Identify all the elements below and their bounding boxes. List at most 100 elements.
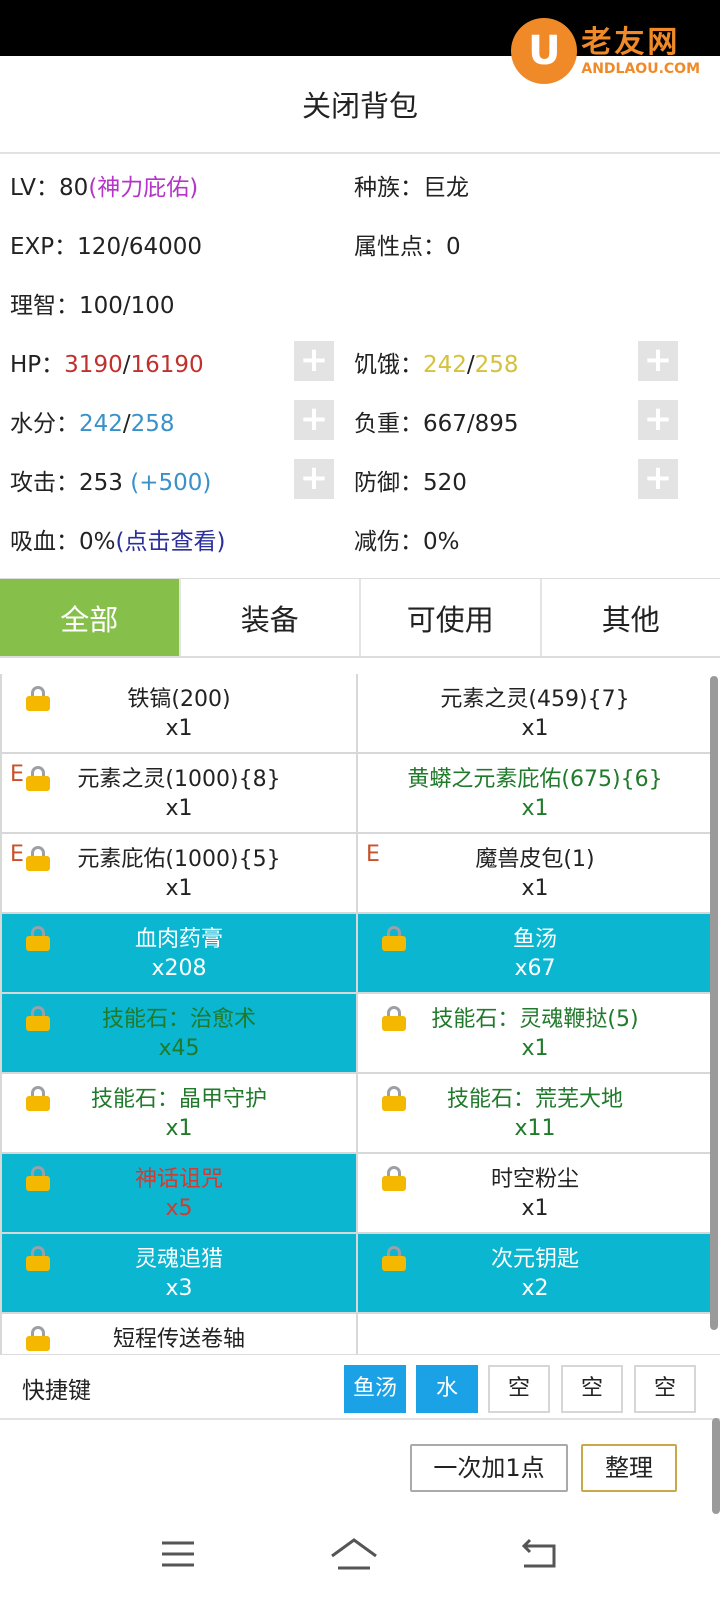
water-plus-button[interactable]: + bbox=[294, 400, 334, 440]
back-icon[interactable] bbox=[520, 1536, 558, 1572]
inventory-item[interactable]: E 魔兽皮包(1) x1 bbox=[358, 834, 712, 912]
tab-usable[interactable]: 可使用 bbox=[361, 579, 542, 656]
lock-icon[interactable] bbox=[26, 1086, 50, 1111]
load-stat: 负重：667/895 bbox=[354, 411, 519, 437]
lock-icon[interactable] bbox=[26, 1246, 50, 1271]
quick-slot-5[interactable]: 空 bbox=[634, 1365, 696, 1413]
inventory-item[interactable]: E 元素之灵(1000){8} x1 bbox=[2, 754, 356, 832]
stat-row: EXP：120/64000 属性点：0 bbox=[0, 213, 720, 273]
item-count: x1 bbox=[521, 1036, 549, 1061]
reduction-stat: 减伤：0% bbox=[354, 529, 460, 555]
stat-row: 吸血：0%(点击查看) 减伤：0% bbox=[0, 508, 720, 568]
attr-points-stat: 属性点：0 bbox=[354, 234, 461, 260]
tab-other[interactable]: 其他 bbox=[541, 579, 720, 656]
lock-icon[interactable] bbox=[382, 1166, 406, 1191]
item-count: x1 bbox=[521, 716, 549, 741]
inventory-item[interactable]: 铁镐(200) x1 bbox=[2, 674, 356, 752]
load-plus-button[interactable]: + bbox=[638, 400, 678, 440]
item-count: x1 bbox=[165, 796, 193, 821]
hunger-plus-button[interactable]: + bbox=[638, 341, 678, 381]
quick-slot-3[interactable]: 空 bbox=[488, 1365, 550, 1413]
lock-icon[interactable] bbox=[382, 1006, 406, 1031]
header: 关闭背包 bbox=[0, 56, 720, 154]
inventory-item[interactable]: 技能石：灵魂鞭挞(5) x1 bbox=[358, 994, 712, 1072]
quick-slot-4[interactable]: 空 bbox=[561, 1365, 623, 1413]
lock-icon[interactable] bbox=[26, 686, 50, 711]
quick-slot-1[interactable]: 鱼汤 bbox=[344, 1365, 406, 1413]
lock-icon[interactable] bbox=[26, 846, 50, 871]
item-name: 技能石：治愈术 bbox=[101, 1007, 256, 1032]
empty-slot bbox=[358, 1314, 712, 1354]
category-tabs: 全部 装备 可使用 其他 bbox=[0, 578, 720, 658]
stat-row: HP：3190/16190 + 饥饿：242/258 + bbox=[0, 331, 720, 391]
lock-icon[interactable] bbox=[26, 926, 50, 951]
item-name: 血肉药膏 bbox=[134, 927, 223, 952]
hp-plus-button[interactable]: + bbox=[294, 341, 334, 381]
item-count: x5 bbox=[165, 1196, 193, 1221]
inventory-item[interactable]: 灵魂追猎 x3 bbox=[2, 1234, 356, 1312]
inventory-item[interactable]: 黄蟒之元素庇佑(675){6} x1 bbox=[358, 754, 712, 832]
tab-equipment[interactable]: 装备 bbox=[180, 579, 361, 656]
defense-stat: 防御：520 bbox=[354, 470, 467, 496]
item-count: x67 bbox=[514, 956, 556, 981]
lock-icon[interactable] bbox=[26, 766, 50, 791]
inventory-item[interactable]: 血肉药膏 x208 bbox=[2, 914, 356, 992]
inventory-scrollbar[interactable] bbox=[710, 676, 718, 1330]
quick-slot-2[interactable]: 水 bbox=[416, 1365, 478, 1413]
inventory-item[interactable]: E 元素庇佑(1000){5} x1 bbox=[2, 834, 356, 912]
lock-icon[interactable] bbox=[382, 926, 406, 951]
item-name: 神话诅咒 bbox=[134, 1167, 223, 1192]
stat-row: 攻击：253 (+500) + 防御：520 + bbox=[0, 449, 720, 509]
item-name: 次元钥匙 bbox=[490, 1247, 579, 1272]
tab-all[interactable]: 全部 bbox=[0, 579, 181, 656]
item-count: x1 bbox=[165, 1116, 193, 1141]
hp-stat: HP：3190/16190 bbox=[10, 352, 204, 378]
item-count: x45 bbox=[158, 1036, 200, 1061]
inventory-item[interactable]: 鱼汤 x67 bbox=[358, 914, 712, 992]
inventory-item[interactable]: 神话诅咒 x5 bbox=[2, 1154, 356, 1232]
inventory-item[interactable]: 次元钥匙 x2 bbox=[358, 1234, 712, 1312]
item-name: 短程传送卷轴 bbox=[112, 1327, 245, 1352]
attack-plus-button[interactable]: + bbox=[294, 459, 334, 499]
page-scrollbar[interactable] bbox=[712, 1418, 720, 1514]
lock-icon[interactable] bbox=[26, 1166, 50, 1191]
inventory-item[interactable]: 技能石：晶甲守护 x1 bbox=[2, 1074, 356, 1152]
item-name: 元素之灵(459){7} bbox=[440, 687, 630, 712]
item-count: x3 bbox=[165, 1276, 193, 1301]
item-count: x2 bbox=[521, 1276, 549, 1301]
inventory-item[interactable]: 短程传送卷轴 bbox=[2, 1314, 356, 1354]
equipped-badge: E bbox=[10, 762, 24, 787]
item-count: x1 bbox=[521, 796, 549, 821]
inventory-item[interactable]: 技能石：治愈术 x45 bbox=[2, 994, 356, 1072]
item-name: 技能石：晶甲守护 bbox=[90, 1087, 267, 1112]
race-stat: 种族：巨龙 bbox=[354, 175, 469, 201]
lifesteal-view-link[interactable]: (点击查看) bbox=[116, 529, 226, 555]
inventory-item[interactable]: 时空粉尘 x1 bbox=[358, 1154, 712, 1232]
sort-button[interactable]: 整理 bbox=[581, 1444, 677, 1492]
inventory-list[interactable]: 铁镐(200) x1 元素之灵(459){7} x1 E 元素之灵(1000){8} x1 黄… bbox=[0, 674, 712, 1354]
level-stat: LV：80(神力庇佑) bbox=[10, 175, 199, 201]
item-count: x1 bbox=[521, 1196, 549, 1221]
lock-icon[interactable] bbox=[382, 1246, 406, 1271]
quickbar-label: 快捷键 bbox=[22, 1378, 91, 1404]
add-one-point-button[interactable]: 一次加1点 bbox=[410, 1444, 568, 1492]
equipped-badge: E bbox=[10, 842, 24, 867]
item-name: 元素庇佑(1000){5} bbox=[77, 847, 281, 872]
item-name: 黄蟒之元素庇佑(675){6} bbox=[407, 767, 663, 792]
inventory-item[interactable]: 元素之灵(459){7} x1 bbox=[358, 674, 712, 752]
inventory-item[interactable]: 技能石：荒芜大地 x11 bbox=[358, 1074, 712, 1152]
home-icon[interactable] bbox=[330, 1536, 378, 1572]
close-bag-button[interactable]: 关闭背包 bbox=[302, 83, 418, 125]
item-name: 魔兽皮包(1) bbox=[475, 847, 595, 872]
inventory-grid: 铁镐(200) x1 元素之灵(459){7} x1 E 元素之灵(1000){8} x1 黄… bbox=[0, 674, 712, 1354]
lock-icon[interactable] bbox=[382, 1086, 406, 1111]
lock-icon[interactable] bbox=[26, 1006, 50, 1031]
defense-plus-button[interactable]: + bbox=[638, 459, 678, 499]
item-name: 技能石：荒芜大地 bbox=[446, 1087, 623, 1112]
lock-icon[interactable] bbox=[26, 1326, 50, 1351]
item-count: x208 bbox=[151, 956, 207, 981]
quickbar: 快捷键 鱼汤 水 空 空 空 bbox=[0, 1354, 720, 1420]
item-name: 鱼汤 bbox=[512, 927, 557, 952]
lifesteal-stat: 吸血：0%(点击查看) bbox=[10, 529, 226, 555]
menu-icon[interactable] bbox=[160, 1536, 196, 1572]
